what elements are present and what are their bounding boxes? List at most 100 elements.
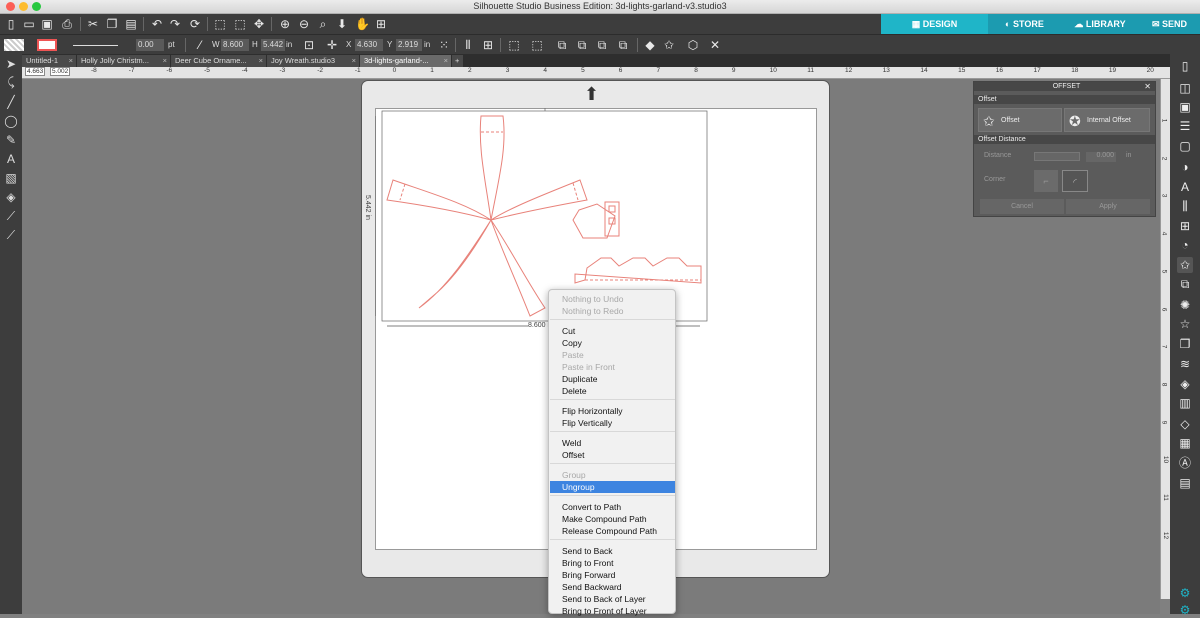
- menu-item-bring-forward[interactable]: Bring Forward: [550, 569, 675, 581]
- menu-item-cut[interactable]: Cut: [550, 325, 675, 337]
- doc-tab[interactable]: Deer Cube Orname... ×: [171, 55, 267, 67]
- line-tool-icon[interactable]: ⁄: [193, 38, 207, 52]
- eyedropper-tool-icon[interactable]: ⟋: [3, 227, 19, 243]
- new-tab-button[interactable]: +: [452, 55, 464, 67]
- redo-icon[interactable]: ↷: [168, 17, 182, 31]
- emboss-icon[interactable]: ◇: [1177, 416, 1193, 432]
- fill-tool-icon[interactable]: ▧: [3, 170, 19, 186]
- align-icon[interactable]: ⫴: [461, 38, 475, 52]
- center-icon[interactable]: ⊞: [481, 38, 495, 52]
- star-shape-icon[interactable]: ✩: [662, 38, 676, 52]
- print-icon[interactable]: ⎙: [60, 17, 74, 31]
- corner-round-icon[interactable]: ◜: [1062, 170, 1088, 192]
- 3d-box-icon[interactable]: ⬡: [686, 38, 700, 52]
- contrast-icon[interactable]: ◑: [1177, 159, 1193, 175]
- tab-library[interactable]: ☁ LIBRARY: [1061, 14, 1139, 34]
- y-field[interactable]: 2.919: [396, 39, 422, 51]
- zoom-in-icon[interactable]: ⊕: [278, 17, 292, 31]
- close-icon[interactable]: ×: [163, 55, 167, 67]
- doc-tab[interactable]: Untitled-1 ×: [22, 55, 77, 67]
- fill-panel-icon[interactable]: ▢: [1177, 138, 1193, 154]
- group-icon[interactable]: ⬚: [507, 38, 521, 52]
- menu-item-flip-horizontally[interactable]: Flip Horizontally: [550, 405, 675, 417]
- close-icon[interactable]: ×: [69, 55, 73, 67]
- paint-icon[interactable]: ◔: [1177, 237, 1193, 253]
- eraser-icon[interactable]: ◆: [643, 38, 657, 52]
- tab-store[interactable]: ◐ STORE: [988, 14, 1061, 34]
- star-panel-icon[interactable]: ☆: [1177, 316, 1193, 332]
- move-icon[interactable]: ✛: [325, 38, 339, 52]
- line-width-field[interactable]: 0.00: [136, 39, 164, 51]
- image-icon[interactable]: ◫: [1177, 80, 1193, 96]
- doc-tab[interactable]: Holly Jolly Christm... ×: [77, 55, 171, 67]
- text-tool-icon[interactable]: A: [3, 151, 19, 167]
- layer-list-icon[interactable]: ▤: [1177, 475, 1193, 491]
- menu-item-send-backward[interactable]: Send Backward: [550, 581, 675, 593]
- new-file-icon[interactable]: ▯: [4, 17, 18, 31]
- tab-design[interactable]: ▦ DESIGN: [881, 14, 988, 34]
- align-panel-icon[interactable]: ⫼: [1177, 198, 1193, 214]
- select-all-icon[interactable]: ⬚: [213, 17, 227, 31]
- offset-panel-icon[interactable]: ✩: [1177, 257, 1193, 273]
- menu-item-ungroup[interactable]: Ungroup: [550, 481, 675, 493]
- deselect-icon[interactable]: ⬚: [233, 17, 247, 31]
- page-setup-icon[interactable]: ▯: [1177, 58, 1193, 74]
- menu-item-bring-to-front-of-layer[interactable]: Bring to Front of Layer: [550, 605, 675, 617]
- menu-item-offset[interactable]: Offset: [550, 449, 675, 461]
- grid-icon[interactable]: ⁙: [437, 38, 451, 52]
- line-style-dropdown[interactable]: [73, 45, 118, 46]
- height-field[interactable]: 5.442: [261, 39, 285, 51]
- menu-item-bring-to-front[interactable]: Bring to Front: [550, 557, 675, 569]
- cancel-button[interactable]: Cancel: [980, 199, 1064, 214]
- menu-item-copy[interactable]: Copy: [550, 337, 675, 349]
- menu-item-duplicate[interactable]: Duplicate: [550, 373, 675, 385]
- tab-send[interactable]: ✉ SEND: [1139, 14, 1200, 34]
- ellipse-tool-icon[interactable]: ◯: [3, 113, 19, 129]
- intersect-icon[interactable]: ⧉: [595, 38, 609, 52]
- line-color-swatch[interactable]: [37, 39, 57, 51]
- zoom-select-icon[interactable]: ⌕: [316, 17, 330, 31]
- ungroup-icon[interactable]: ⬚: [530, 38, 544, 52]
- delete-icon[interactable]: ✕: [708, 38, 722, 52]
- pan-down-icon[interactable]: ⬇: [335, 17, 349, 31]
- cut-icon[interactable]: ✂: [86, 17, 100, 31]
- refresh-icon[interactable]: ⟳: [188, 17, 202, 31]
- close-icon[interactable]: ×: [444, 55, 448, 67]
- hand-pan-icon[interactable]: ✋: [355, 17, 370, 31]
- menu-item-release-compound-path[interactable]: Release Compound Path: [550, 525, 675, 537]
- offset-button[interactable]: ✩ Offset: [978, 108, 1062, 132]
- save-icon[interactable]: ▣: [40, 17, 54, 31]
- pencil-tool-icon[interactable]: ✎: [3, 132, 19, 148]
- x-field[interactable]: 4.630: [355, 39, 383, 51]
- settings-gear-icon[interactable]: ⚙: [1177, 602, 1193, 618]
- apply-button[interactable]: Apply: [1066, 199, 1150, 214]
- sketch-icon[interactable]: ✺: [1177, 297, 1193, 313]
- menu-item-convert-to-path[interactable]: Convert to Path: [550, 501, 675, 513]
- subtract-icon[interactable]: ⧉: [575, 38, 589, 52]
- open-folder-icon[interactable]: ▭: [22, 17, 36, 31]
- grid-panel-icon[interactable]: ⊞: [1177, 218, 1193, 234]
- library-book-icon[interactable]: ▥: [1177, 395, 1193, 411]
- crop-icon[interactable]: ⧉: [616, 38, 630, 52]
- doc-tab-active[interactable]: 3d-lights-garland-... ×: [360, 55, 452, 67]
- fill-color-swatch[interactable]: [4, 39, 24, 51]
- edit-points-icon[interactable]: ✥: [252, 17, 266, 31]
- knife-tool-icon[interactable]: ⟋: [3, 208, 19, 224]
- page-icon[interactable]: ▣: [1177, 99, 1193, 115]
- fit-page-icon[interactable]: ⊞: [374, 17, 388, 31]
- width-field[interactable]: 8.600: [221, 39, 249, 51]
- close-icon[interactable]: ✕: [1144, 82, 1151, 91]
- select-arrow-icon[interactable]: ➤: [3, 56, 19, 72]
- weld-icon[interactable]: ⧉: [555, 38, 569, 52]
- menu-item-send-to-back-of-layer[interactable]: Send to Back of Layer: [550, 593, 675, 605]
- paste-icon[interactable]: ▤: [124, 17, 138, 31]
- font-panel-icon[interactable]: Ⓐ: [1177, 455, 1193, 471]
- doc-tab[interactable]: Joy Wreath.studio3 ×: [267, 55, 360, 67]
- zoom-out-icon[interactable]: ⊖: [297, 17, 311, 31]
- menu-item-delete[interactable]: Delete: [550, 385, 675, 397]
- pattern-icon[interactable]: ◈: [1177, 376, 1193, 392]
- text-panel-icon[interactable]: A: [1177, 179, 1193, 195]
- eraser-tool-icon[interactable]: ◈: [3, 189, 19, 205]
- distance-slider[interactable]: [1034, 152, 1080, 161]
- settings-gear-icon[interactable]: ⚙: [1177, 585, 1193, 601]
